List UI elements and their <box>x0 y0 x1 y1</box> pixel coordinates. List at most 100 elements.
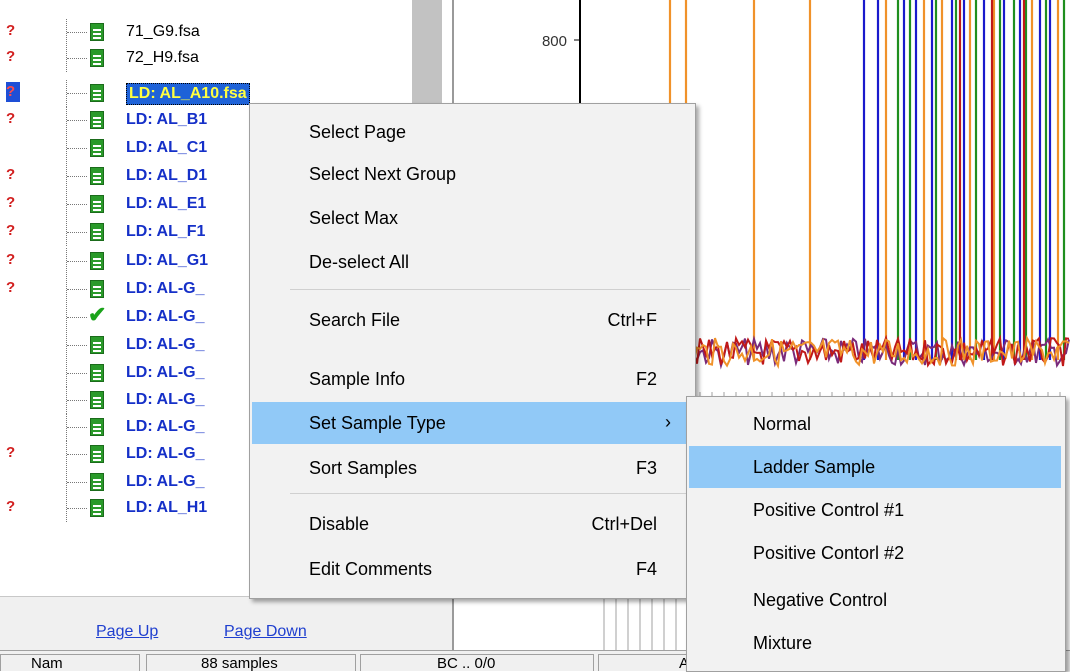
sample-file-name[interactable]: LD: AL-G_ <box>126 444 205 464</box>
tree-connector <box>67 93 87 94</box>
menu-item-shortcut: Ctrl+Del <box>591 514 657 534</box>
submenu-item-label: Mixture <box>753 633 813 653</box>
sample-file-name[interactable]: LD: AL-G_ <box>126 363 205 383</box>
tree-connector <box>67 454 87 455</box>
tree-row[interactable]: ? 71_G9.fsa <box>0 19 410 46</box>
select-max-item[interactable]: Select Max <box>252 197 693 239</box>
unsized-flag-icon: ? <box>6 48 16 65</box>
sample-file-name[interactable]: LD: AL-G_ <box>126 335 205 355</box>
file-icon <box>90 280 104 298</box>
submenu-item-label: Normal <box>753 414 812 434</box>
file-icon <box>90 111 104 129</box>
select-next-group-item[interactable]: Select Next Group <box>252 153 693 195</box>
sample-file-name[interactable]: LD: AL-G_ <box>126 472 205 492</box>
type-ladder-sample-item[interactable]: Ladder Sample <box>689 446 1061 488</box>
type-mixture-item[interactable]: Mixture <box>689 622 1061 664</box>
select-page-item[interactable]: Select Page <box>252 111 693 153</box>
type-normal-item[interactable]: Normal <box>689 403 1061 445</box>
search-file-item[interactable]: Search File Ctrl+F <box>252 299 693 341</box>
unsized-flag-icon: ? <box>6 279 16 296</box>
unsized-flag-icon: ? <box>6 251 16 268</box>
sample-file-name[interactable]: LD: AL_G1 <box>126 251 208 271</box>
type-positive-control-2-item[interactable]: Positive Contorl #2 <box>689 532 1061 574</box>
tree-connector <box>67 345 87 346</box>
edit-comments-item[interactable]: Edit Comments F4 <box>252 548 693 590</box>
sample-file-name[interactable]: LD: AL_C1 <box>126 138 207 158</box>
submenu-item-label: Ladder Sample <box>753 457 876 477</box>
y-tick-label: 800 <box>542 33 567 50</box>
tree-connector <box>67 32 87 33</box>
sample-type-submenu: Normal Ladder Sample Positive Control #1 Po… <box>686 396 1066 672</box>
file-icon <box>90 499 104 517</box>
file-icon <box>90 473 104 491</box>
file-icon <box>90 49 104 67</box>
file-icon <box>90 418 104 436</box>
menu-separator <box>290 289 690 290</box>
file-icon <box>90 167 104 185</box>
type-negative-control-item[interactable]: Negative Control <box>689 579 1061 621</box>
tree-row[interactable]: ? 72_H9.fsa <box>0 45 410 72</box>
submenu-item-label: Positive Control #1 <box>753 500 905 520</box>
tree-connector <box>67 317 87 318</box>
sample-file-name[interactable]: LD: AL_D1 <box>126 166 207 186</box>
sample-file-name[interactable]: LD: AL_A10.fsa <box>126 83 250 105</box>
unsized-flag-icon: ? <box>6 222 16 239</box>
menu-item-shortcut: Ctrl+F <box>607 310 658 330</box>
sample-file-name[interactable]: 72_H9.fsa <box>126 48 199 68</box>
tree-connector <box>67 482 87 483</box>
file-icon <box>90 391 104 409</box>
page-up-link[interactable]: Page Up <box>96 623 158 641</box>
tree-connector <box>67 427 87 428</box>
menu-item-label: Select Page <box>309 122 407 142</box>
sample-file-name[interactable]: 71_G9.fsa <box>126 22 200 42</box>
sample-file-name[interactable]: LD: AL_H1 <box>126 498 207 518</box>
page-down-link[interactable]: Page Down <box>224 623 307 641</box>
menu-item-shortcut: F2 <box>635 369 657 389</box>
file-icon <box>90 445 104 463</box>
status-cell-name: Nam <box>0 654 140 671</box>
tree-connector <box>67 508 87 509</box>
menu-item-shortcut: F3 <box>635 458 657 478</box>
sample-file-name[interactable]: LD: AL-G_ <box>126 279 205 299</box>
sample-file-name[interactable]: LD: AL-G_ <box>126 307 205 327</box>
deselect-all-item[interactable]: De-select All <box>252 241 693 283</box>
menu-item-label: Disable <box>309 514 370 534</box>
sample-file-name[interactable]: LD: AL_B1 <box>126 110 207 130</box>
status-cell-bc: BC .. 0/0 <box>360 654 594 671</box>
menu-item-label: Select Max <box>309 208 399 228</box>
tree-scrollbar-thumb[interactable] <box>412 0 442 110</box>
unsized-flag-icon: ? <box>6 110 16 127</box>
sample-info-item[interactable]: Sample Info F2 <box>252 358 693 400</box>
tree-connector <box>67 400 87 401</box>
tree-connector <box>67 120 87 121</box>
file-icon <box>90 364 104 382</box>
checkmark-icon: ✔ <box>88 302 107 327</box>
set-sample-type-item[interactable]: Set Sample Type › <box>252 402 693 444</box>
disable-item[interactable]: Disable Ctrl+Del <box>252 503 693 545</box>
chevron-right-icon: › <box>665 412 671 432</box>
tree-connector <box>67 58 87 59</box>
menu-item-label: Set Sample Type <box>309 413 446 433</box>
sample-file-name[interactable]: LD: AL-G_ <box>126 417 205 437</box>
sample-file-name[interactable]: LD: AL-G_ <box>126 390 205 410</box>
tree-connector <box>67 289 87 290</box>
file-icon <box>90 252 104 270</box>
status-cell-samples: 88 samples <box>146 654 356 671</box>
sort-samples-item[interactable]: Sort Samples F3 <box>252 447 693 489</box>
unsized-flag-icon: ? <box>6 498 16 515</box>
tree-connector <box>67 232 87 233</box>
unsized-flag-icon: ? <box>6 444 16 461</box>
menu-item-label: De-select All <box>309 252 410 272</box>
menu-item-label: Sample Info <box>309 369 406 389</box>
unsized-flag-icon: ? <box>6 22 16 39</box>
unsized-flag-icon: ? <box>6 166 16 183</box>
tree-connector <box>67 204 87 205</box>
menu-item-label: Search File <box>309 310 401 330</box>
submenu-item-label: Negative Control <box>753 590 888 610</box>
file-icon <box>90 23 104 41</box>
type-positive-control-1-item[interactable]: Positive Control #1 <box>689 489 1061 531</box>
menu-item-label: Sort Samples <box>309 458 418 478</box>
sample-file-name[interactable]: LD: AL_F1 <box>126 222 205 242</box>
sample-file-name[interactable]: LD: AL_E1 <box>126 194 206 214</box>
tree-connector <box>67 261 87 262</box>
